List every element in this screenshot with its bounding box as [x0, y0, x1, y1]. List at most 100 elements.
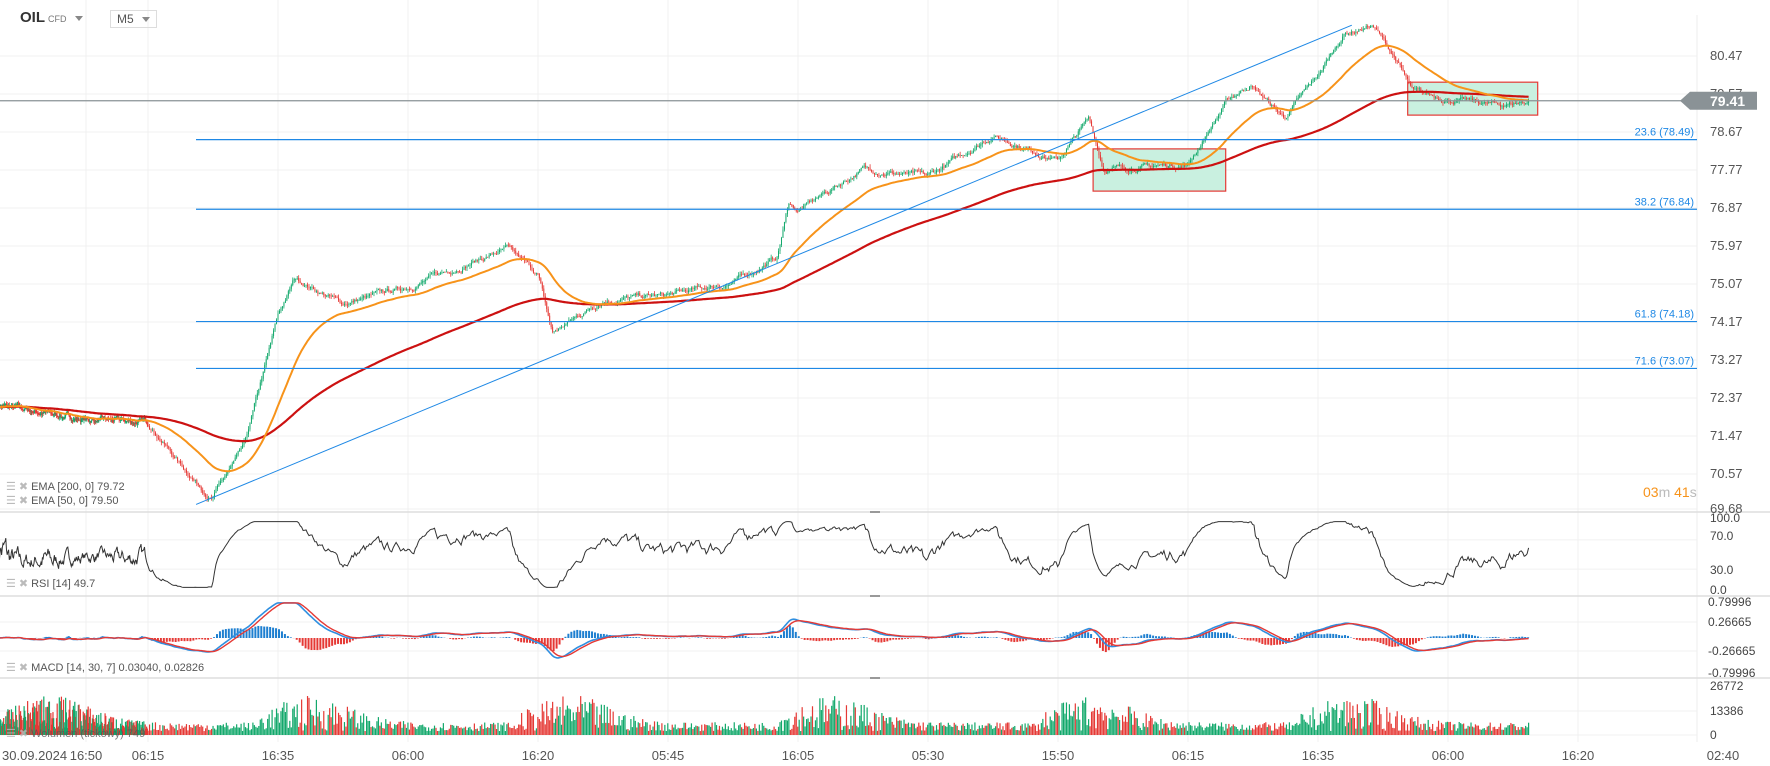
candle	[289, 286, 291, 294]
candle	[710, 284, 712, 290]
volume-bar	[150, 730, 152, 735]
candle-body	[1219, 113, 1221, 116]
macd-histogram-bar	[410, 638, 413, 639]
candle	[411, 289, 413, 293]
macd-histogram-bar	[774, 636, 777, 638]
candle-body	[525, 260, 527, 262]
candle	[865, 162, 867, 169]
candle	[936, 167, 938, 175]
candle	[410, 287, 412, 291]
volume-bar	[681, 727, 684, 735]
volume-bar	[1027, 723, 1029, 735]
trading-chart[interactable]: 23.6 (78.49)38.2 (76.84)61.8 (74.18)71.6…	[0, 0, 1770, 766]
volume-bar	[277, 713, 279, 735]
volume-bar	[521, 712, 523, 735]
candle	[1232, 94, 1234, 98]
macd-histogram-bar	[1240, 638, 1243, 640]
volume-bar	[383, 728, 385, 735]
candle-body	[532, 269, 534, 273]
candle-body	[1197, 149, 1199, 154]
volume-bar	[754, 723, 756, 735]
candle-body	[874, 173, 876, 175]
macd-histogram-bar	[345, 638, 348, 644]
volume-bar	[571, 721, 573, 735]
volume-bar	[165, 729, 167, 735]
price-axis-label: 75.07	[1710, 276, 1743, 291]
candle-body	[975, 146, 977, 149]
candle	[580, 314, 582, 318]
trend-line	[195, 24, 1352, 505]
macd-histogram-bar	[1243, 638, 1246, 640]
candle	[1251, 85, 1253, 90]
volume-bar	[317, 716, 319, 735]
volume-bar	[244, 727, 247, 735]
volume-bar	[352, 711, 354, 735]
candle	[1216, 116, 1218, 121]
volume-bar	[166, 728, 168, 735]
candle	[636, 291, 638, 297]
candle	[212, 495, 214, 502]
candle-body	[847, 180, 849, 182]
macd-histogram-bar	[653, 638, 656, 639]
candle	[775, 257, 777, 261]
macd-histogram-bar	[552, 638, 555, 652]
macd-histogram-bar	[325, 638, 328, 649]
candle-body	[1356, 31, 1358, 33]
candle-body	[574, 316, 576, 319]
volume-bar	[1011, 727, 1013, 735]
candle	[699, 284, 701, 288]
candle-body	[1099, 155, 1101, 161]
candle	[1409, 81, 1411, 87]
macd-histogram-bar	[319, 638, 322, 650]
macd-histogram-bar	[1157, 636, 1160, 638]
volume-bar	[955, 724, 957, 735]
candle-body	[1432, 94, 1434, 96]
volume-bar	[272, 729, 275, 735]
volume-bar	[497, 722, 499, 735]
candle	[897, 171, 899, 175]
candle	[679, 287, 681, 292]
volume-bar	[329, 708, 331, 735]
candle	[1234, 94, 1236, 99]
candle-body	[510, 245, 512, 247]
volume-bar	[219, 725, 222, 735]
volume-bar	[188, 724, 191, 735]
volume-bar	[913, 723, 915, 735]
volume-bar	[459, 727, 461, 735]
volume-bar	[1155, 722, 1158, 735]
candle	[469, 263, 471, 269]
price-axis-label: 73.27	[1710, 352, 1743, 367]
candle-body	[425, 279, 427, 282]
candle	[1497, 102, 1499, 105]
volume-bar	[1108, 718, 1110, 735]
candle-body	[205, 494, 207, 497]
volume-bar	[829, 713, 831, 735]
candle	[1164, 163, 1166, 167]
macd-histogram-bar	[744, 636, 747, 638]
candle-body	[482, 260, 484, 262]
volume-bar	[216, 725, 219, 735]
volume-bar	[630, 719, 632, 735]
macd-histogram-bar	[655, 638, 658, 639]
candle-body	[1163, 163, 1165, 166]
candle-body	[1195, 153, 1197, 156]
candle	[956, 153, 958, 158]
volume-bar	[597, 727, 600, 735]
candle-body	[518, 253, 520, 257]
macd-histogram-bar	[1450, 635, 1453, 638]
volume-bar	[512, 728, 514, 735]
candle-body	[1417, 88, 1419, 90]
candle	[438, 272, 440, 276]
volume-bar	[246, 728, 248, 735]
volume-bar	[495, 728, 498, 735]
macd-histogram-bar	[402, 638, 405, 639]
candle	[295, 278, 297, 283]
volume-bar	[441, 728, 443, 735]
volume-bar	[554, 718, 557, 735]
candle-body	[1039, 157, 1041, 159]
candle	[1079, 127, 1081, 135]
candle	[156, 433, 158, 442]
candle-body	[1452, 102, 1454, 105]
volume-bar	[683, 722, 685, 735]
volume-bar	[959, 730, 961, 735]
